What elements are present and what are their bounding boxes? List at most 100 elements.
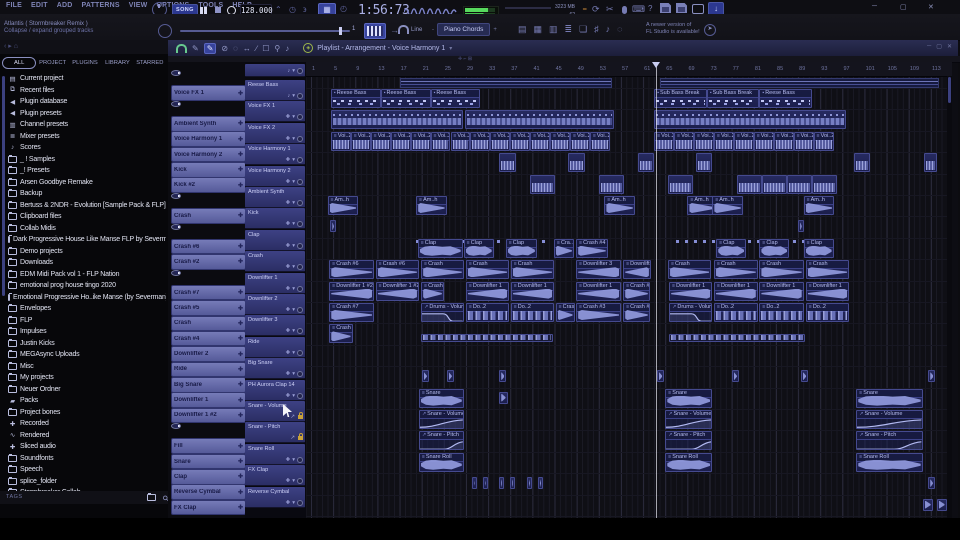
browser-item[interactable]: Misc bbox=[8, 361, 166, 373]
select-tool-icon[interactable]: ☐ bbox=[262, 44, 269, 53]
playlist-track-lane[interactable] bbox=[306, 452, 947, 475]
playlist-clip[interactable]: Voi..2 bbox=[550, 131, 571, 151]
browser-item[interactable]: Envelopes bbox=[8, 303, 166, 315]
folder-icon[interactable] bbox=[147, 493, 156, 501]
playlist-clip[interactable]: Crash #3 bbox=[623, 281, 650, 301]
channel-pan-icon[interactable]: ✚ bbox=[174, 102, 179, 106]
menu-view[interactable]: VIEW bbox=[129, 2, 148, 9]
track-header[interactable]: Clap ✚ ▾ bbox=[245, 229, 305, 251]
playlist-clip[interactable]: Snare bbox=[856, 388, 923, 408]
track-header-icons[interactable]: ✚ ▾ bbox=[286, 285, 303, 292]
pattern-selector[interactable]: - Piano Chords + bbox=[432, 23, 497, 36]
browser-scrollbar[interactable] bbox=[2, 76, 5, 296]
playlist-clip[interactable] bbox=[471, 477, 477, 490]
playlist-track-lane[interactable] bbox=[306, 409, 947, 432]
playlist-clip[interactable] bbox=[669, 334, 805, 343]
playlist-clip[interactable]: Downlifter 3 bbox=[576, 260, 621, 280]
menu-edit[interactable]: EDIT bbox=[31, 2, 48, 9]
playlist-track-lane[interactable] bbox=[306, 152, 947, 175]
piano-roll-icon[interactable]: ▦ bbox=[534, 24, 543, 35]
plugin-picker-icon[interactable]: ♯ bbox=[594, 24, 599, 35]
playlist-clip[interactable]: Voi..2 bbox=[470, 131, 491, 151]
playlist-clip[interactable] bbox=[737, 174, 763, 194]
track-header-icons[interactable]: ✚ ▾ bbox=[286, 478, 303, 485]
mute-tool-icon[interactable]: ◌ bbox=[233, 44, 238, 53]
timeline-ruler[interactable]: 1 5 9 13 17 21 25 29 33 37 41 45 49 53 57 61 65 69 73 77 81 8… bbox=[306, 62, 952, 77]
playlist-clip[interactable] bbox=[499, 370, 507, 383]
playlist-clip[interactable] bbox=[464, 110, 615, 130]
browser-item[interactable]: Backup bbox=[8, 188, 166, 200]
playlist-clip[interactable]: Crash #3 bbox=[576, 303, 621, 322]
pattern-prev-icon[interactable]: - bbox=[432, 27, 434, 33]
playlist-clip[interactable]: Voi..2 bbox=[530, 131, 551, 151]
track-header-icons[interactable]: ✚ ▾ bbox=[286, 328, 303, 335]
playlist-clip[interactable] bbox=[598, 174, 624, 194]
playlist-clip[interactable]: Snare - Volume bbox=[418, 410, 464, 429]
playlist-clip[interactable] bbox=[330, 220, 336, 233]
track-header-icons[interactable]: ✚ ▾ bbox=[286, 114, 303, 121]
channel-button[interactable]: Ambient Synth ✚ bbox=[171, 116, 246, 132]
playlist-clip[interactable]: Crash bbox=[466, 260, 510, 280]
playlist-clip[interactable] bbox=[800, 370, 809, 383]
channel-pan-icon[interactable]: ✚ bbox=[174, 225, 179, 229]
track-header[interactable]: Voice FX 1 ✚ ▾ bbox=[245, 101, 305, 123]
channel-pan-icon[interactable]: ✚ bbox=[238, 90, 243, 97]
channel-pan-icon[interactable]: ✚ bbox=[238, 351, 243, 358]
playlist-clip[interactable]: Reese Bass bbox=[330, 89, 381, 108]
channel-button[interactable]: Crash ✚ bbox=[171, 208, 246, 224]
browser-tab-plugins[interactable]: PLUGINS bbox=[69, 58, 101, 68]
channel-pan-icon[interactable]: ✚ bbox=[238, 458, 243, 465]
playlist-clip[interactable] bbox=[695, 153, 713, 173]
playlist-clip[interactable]: Crash bbox=[668, 260, 712, 280]
playlist-clip[interactable] bbox=[537, 477, 543, 490]
playlist-clip[interactable]: Voi..2 bbox=[793, 131, 814, 151]
channel-button[interactable]: FX Clap ✚ bbox=[171, 499, 246, 516]
track-header[interactable]: Reverse Cymbal ✚ ▾ bbox=[245, 486, 305, 508]
playlist-clip[interactable]: Sub Bass Break bbox=[706, 89, 760, 108]
channel-button[interactable]: Crash #7 ✚ bbox=[171, 284, 246, 301]
playlist-track-lane[interactable] bbox=[306, 345, 947, 368]
channel-button[interactable]: Clap ✚ bbox=[171, 469, 246, 485]
playlist-clip[interactable]: Voi..2 bbox=[714, 131, 734, 151]
playlist-clip[interactable] bbox=[482, 477, 488, 490]
menu-file[interactable]: FILE bbox=[6, 2, 22, 9]
browser-item[interactable]: ◀ Plugin database bbox=[8, 96, 166, 108]
browser-item[interactable]: Speech bbox=[8, 464, 166, 476]
channel-button[interactable]: Crash #2 ✚ bbox=[171, 254, 246, 270]
playlist-clip[interactable]: Voi..2 bbox=[330, 131, 351, 151]
playlist-clip[interactable]: Crash #7 bbox=[329, 303, 375, 322]
browser-tab-library[interactable]: LIBRARY bbox=[101, 58, 133, 68]
playlist-clip[interactable] bbox=[510, 477, 516, 490]
playlist-clip[interactable]: Crash bbox=[759, 260, 804, 280]
global-snap-selector[interactable]: Line bbox=[398, 25, 422, 34]
playlist-clip[interactable]: Crash #8 bbox=[623, 303, 650, 322]
playlist-clip[interactable] bbox=[499, 477, 505, 490]
menu-add[interactable]: ADD bbox=[57, 2, 73, 9]
track-header-icons[interactable]: ✚ ▾ bbox=[286, 392, 303, 399]
wait-icon[interactable]: ⌃ bbox=[275, 5, 282, 14]
draw-tool-icon[interactable]: ✎ bbox=[192, 44, 199, 53]
collapsed-clip[interactable] bbox=[399, 78, 612, 88]
playlist-clip[interactable]: Voi..2 bbox=[410, 131, 431, 151]
channel-button[interactable]: Downlifter 2 ✚ bbox=[171, 346, 246, 362]
channel-button[interactable]: PH Payback break kic_✚ bbox=[171, 192, 181, 199]
channel-button[interactable]: Crash ✚ bbox=[171, 315, 246, 332]
track-header[interactable]: Kick ✚ ▾ bbox=[245, 208, 305, 230]
playlist-close-icon[interactable]: ✕ bbox=[947, 43, 952, 50]
channel-pan-icon[interactable]: ✚ bbox=[238, 120, 243, 127]
playlist-clip[interactable] bbox=[526, 477, 532, 490]
playlist-clip[interactable]: Voi..2 bbox=[590, 131, 610, 151]
channel-pan-icon[interactable]: ✚ bbox=[238, 335, 243, 342]
browser-item[interactable]: Dark Progressive House Like Manse FLP by… bbox=[8, 234, 166, 246]
playlist-clip[interactable] bbox=[668, 174, 693, 194]
browser-item[interactable]: Emotional Progressive Ho..ike Manse (by … bbox=[8, 292, 166, 304]
delete-tool-icon[interactable]: ⊘ bbox=[221, 44, 228, 53]
playlist-clip[interactable] bbox=[787, 174, 812, 194]
playlist-clip[interactable] bbox=[928, 477, 935, 490]
channel-button[interactable]: Ride ✚ bbox=[171, 361, 246, 378]
browser-item[interactable]: Clipboard files bbox=[8, 211, 166, 223]
playback-tool-icon[interactable]: ♪ bbox=[285, 44, 289, 53]
mic-icon[interactable] bbox=[622, 6, 627, 14]
playlist-clip[interactable]: Do..2 bbox=[759, 303, 804, 322]
playlist-clip[interactable]: Crash #6 bbox=[329, 260, 375, 280]
